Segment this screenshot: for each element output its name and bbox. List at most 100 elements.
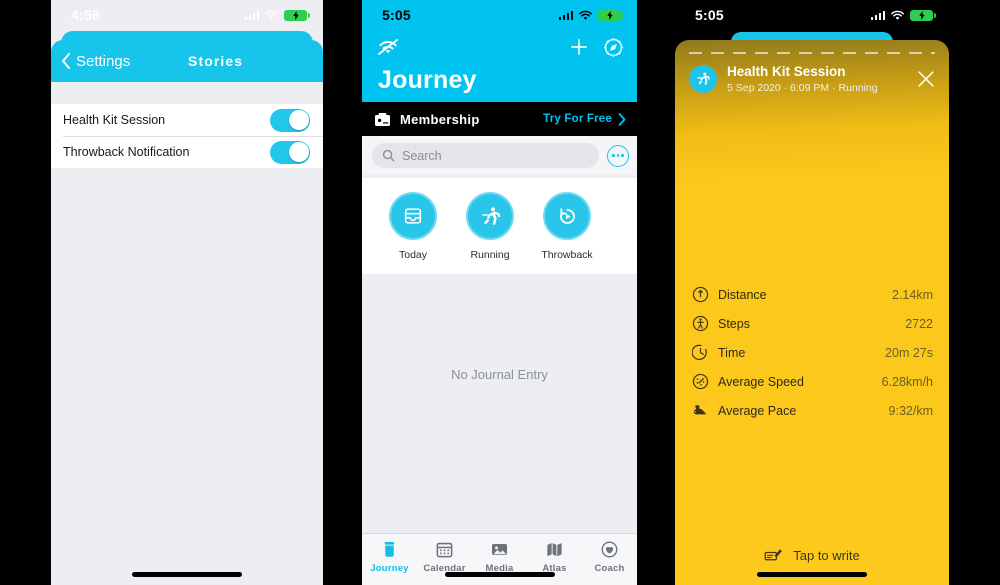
map-icon bbox=[547, 543, 562, 557]
wifi-icon bbox=[579, 10, 592, 20]
home-indicator[interactable] bbox=[444, 572, 555, 577]
clock-icon bbox=[689, 344, 711, 361]
close-x-icon[interactable] bbox=[915, 68, 937, 90]
status-indicators bbox=[870, 9, 936, 21]
home-indicator[interactable] bbox=[132, 572, 242, 577]
plus-icon[interactable] bbox=[569, 37, 589, 57]
category-icon-wrap bbox=[543, 192, 591, 240]
tap-to-write-label: Tap to write bbox=[793, 547, 860, 563]
toggle-knob bbox=[288, 142, 309, 162]
stat-row-distance: Distance 2.14km bbox=[689, 280, 933, 309]
calendar-icon bbox=[436, 542, 453, 558]
settings-list: Health Kit Session Throwback Notificatio… bbox=[51, 104, 323, 168]
category-shortcuts: Today Running Throwback bbox=[362, 178, 637, 274]
heart-circle-icon bbox=[601, 541, 618, 558]
status-time: 4:58 bbox=[71, 7, 100, 23]
gear-compass-icon[interactable] bbox=[603, 37, 624, 58]
try-for-free-label: Try For Free bbox=[543, 113, 612, 125]
stat-row-average-speed: Average Speed 6.28km/h bbox=[689, 367, 933, 396]
running-person-icon bbox=[697, 72, 710, 85]
stat-value: 6.28km/h bbox=[881, 374, 933, 389]
settings-row-throwback-notification[interactable]: Throwback Notification bbox=[51, 136, 323, 168]
tab-media[interactable]: Media bbox=[472, 540, 527, 574]
search-area: Search bbox=[362, 136, 637, 175]
settings-row-label: Health Kit Session bbox=[63, 113, 166, 127]
category-label: Today bbox=[398, 249, 428, 261]
category-icon-wrap bbox=[389, 192, 437, 240]
try-for-free-button[interactable]: Try For Free bbox=[543, 112, 626, 126]
middle-screen-content: 5:05 Journey Membership Try For Free Sea… bbox=[362, 0, 637, 585]
stat-value: 20m 27s bbox=[885, 345, 933, 360]
toggle-knob bbox=[288, 110, 309, 130]
status-bar-left: 4:58 bbox=[51, 0, 323, 30]
membership-banner[interactable]: Membership Try For Free bbox=[362, 102, 637, 136]
stat-label: Average Pace bbox=[718, 403, 797, 418]
phone-screen-journey: 5:05 Journey Membership Try For Free Sea… bbox=[362, 0, 637, 585]
category-icon-wrap bbox=[466, 192, 514, 240]
journey-jar-icon bbox=[384, 541, 395, 557]
stat-row-average-pace: Average Pace 9:32/km bbox=[689, 396, 933, 425]
wifi-icon bbox=[265, 10, 278, 20]
tab-label: Coach bbox=[594, 563, 625, 574]
inbox-tray-icon bbox=[404, 208, 422, 224]
membership-card-icon bbox=[375, 112, 390, 126]
status-time: 5:05 bbox=[382, 7, 411, 23]
stat-value: 2722 bbox=[905, 316, 933, 331]
session-subtitle: 5 Sep 2020 · 6:09 PM · Running bbox=[727, 82, 878, 95]
category-running[interactable]: Running bbox=[463, 192, 517, 261]
stat-label: Average Speed bbox=[718, 374, 804, 389]
stat-row-steps: Steps 2722 bbox=[689, 309, 933, 338]
back-button[interactable]: Settings bbox=[61, 53, 130, 70]
stat-label: Time bbox=[718, 345, 746, 360]
category-label: Running bbox=[470, 249, 510, 261]
status-bar-right: 5:05 bbox=[675, 0, 949, 30]
tab-calendar[interactable]: Calendar bbox=[417, 540, 472, 574]
membership-left: Membership bbox=[374, 112, 480, 127]
tap-to-write-button[interactable]: Tap to write bbox=[675, 547, 949, 563]
tab-atlas[interactable]: Atlas bbox=[527, 540, 582, 574]
wifi-slash-icon[interactable] bbox=[376, 37, 400, 57]
session-stats-list: Distance 2.14km Steps 2722 Time 20m 27s … bbox=[689, 280, 933, 425]
avatar bbox=[689, 65, 717, 94]
search-icon bbox=[382, 149, 395, 162]
category-today[interactable]: Today bbox=[386, 192, 440, 261]
home-indicator[interactable] bbox=[757, 572, 867, 577]
screenshot-stage: 4:58 Settings Stories Health Kit Session… bbox=[0, 0, 1000, 585]
list-top-spacer bbox=[51, 82, 323, 104]
chevron-left-icon bbox=[62, 53, 70, 69]
category-throwback[interactable]: Throwback bbox=[540, 192, 594, 261]
membership-label: Membership bbox=[400, 111, 480, 127]
stat-label: Steps bbox=[718, 316, 750, 331]
nav-bar-stories: Settings Stories bbox=[51, 40, 323, 82]
session-titles: Health Kit Session 5 Sep 2020 · 6:09 PM … bbox=[727, 64, 905, 94]
status-indicators bbox=[244, 9, 310, 21]
wifi-icon bbox=[891, 10, 904, 20]
tab-label: Journey bbox=[370, 563, 409, 574]
session-title: Health Kit Session bbox=[727, 64, 846, 79]
bottom-tab-bar: Journey Calendar Media Atlas Coach bbox=[362, 533, 637, 585]
speedometer-icon bbox=[689, 373, 711, 390]
chevron-right-icon bbox=[618, 112, 626, 126]
more-dots-icon[interactable] bbox=[607, 144, 629, 167]
throwback-notification-toggle[interactable] bbox=[270, 140, 310, 164]
settings-row-health-kit-session[interactable]: Health Kit Session bbox=[51, 104, 323, 136]
settings-row-label: Throwback Notification bbox=[63, 145, 190, 159]
status-bar-middle: 5:05 bbox=[362, 0, 637, 30]
battery-charging-icon bbox=[284, 9, 310, 21]
health-kit-session-toggle[interactable] bbox=[270, 108, 310, 132]
tab-coach[interactable]: Coach bbox=[582, 540, 637, 574]
stat-value: 2.14km bbox=[892, 287, 933, 302]
back-button-label: Settings bbox=[76, 52, 131, 70]
stat-label: Distance bbox=[718, 287, 767, 302]
journey-header-icons bbox=[362, 33, 637, 61]
phone-screen-settings-stories: 4:58 Settings Stories Health Kit Session… bbox=[51, 0, 323, 585]
tab-journey[interactable]: Journey bbox=[362, 540, 417, 574]
rabbit-pace-icon bbox=[689, 402, 711, 419]
right-screen-content: 5:05 Health Kit Session 5 Sep 2020 · 6:0… bbox=[675, 0, 949, 585]
journal-empty-state: No Journal Entry bbox=[362, 274, 637, 533]
status-indicators bbox=[558, 9, 624, 21]
search-input[interactable]: Search bbox=[372, 143, 599, 168]
phone-screen-health-kit-session: 5:05 Health Kit Session 5 Sep 2020 · 6:0… bbox=[675, 0, 949, 585]
category-label: Throwback bbox=[541, 249, 593, 261]
session-card: Health Kit Session 5 Sep 2020 · 6:09 PM … bbox=[675, 40, 949, 585]
